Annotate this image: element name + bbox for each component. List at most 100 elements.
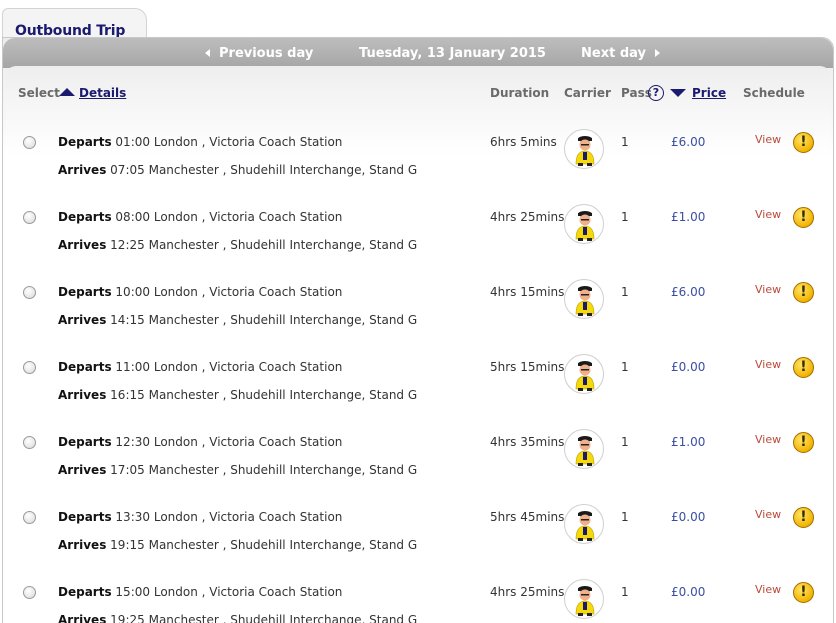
departs-label: Departs [58, 360, 112, 374]
departs-label: Departs [58, 135, 112, 149]
column-schedule: Schedule [743, 86, 805, 100]
departure-info: Departs 12:30 London , Victoria Coach St… [58, 435, 342, 449]
select-trip-radio[interactable] [23, 211, 36, 224]
departure-place: London , Victoria Coach Station [153, 210, 343, 224]
coach-driver-mascot-icon [575, 511, 595, 541]
carrier-logo [564, 354, 604, 394]
departure-time: 13:30 [115, 510, 151, 524]
carrier-logo [564, 204, 604, 244]
trip-duration: 5hrs 15mins [490, 360, 565, 374]
select-trip-radio[interactable] [23, 511, 36, 524]
warning-icon[interactable]: ! [793, 282, 814, 303]
departure-place: London , Victoria Coach Station [153, 360, 343, 374]
column-select: Select [18, 86, 60, 100]
trip-row: Departs 13:30 London , Victoria Coach St… [0, 502, 836, 577]
trip-price: £0.00 [671, 360, 706, 374]
previous-day-link[interactable]: Previous day [205, 46, 313, 61]
departure-place: London , Victoria Coach Station [153, 135, 343, 149]
view-schedule-link[interactable]: View [755, 283, 781, 296]
warning-icon[interactable]: ! [793, 357, 814, 378]
current-date: Tuesday, 13 January 2015 [359, 46, 546, 61]
trip-row: Departs 12:30 London , Victoria Coach St… [0, 427, 836, 502]
arrow-left-icon [205, 49, 210, 57]
passenger-count: 1 [621, 285, 629, 299]
arrival-time: 07:05 [110, 163, 145, 177]
column-duration: Duration [490, 86, 550, 100]
view-schedule-link[interactable]: View [755, 433, 781, 446]
view-schedule-link[interactable]: View [755, 358, 781, 371]
arrival-info: Arrives 19:25 Manchester , Shudehill Int… [58, 613, 417, 623]
warning-icon[interactable]: ! [793, 507, 814, 528]
select-trip-radio[interactable] [23, 586, 36, 599]
arrival-time: 19:25 [110, 613, 145, 623]
trip-price: £0.00 [671, 585, 706, 599]
view-schedule-link[interactable]: View [755, 583, 781, 596]
carrier-logo [564, 429, 604, 469]
trip-duration: 5hrs 45mins [490, 510, 565, 524]
warning-icon[interactable]: ! [793, 582, 814, 603]
arrives-label: Arrives [58, 463, 107, 477]
passenger-count: 1 [621, 360, 629, 374]
arrival-place: Manchester , Shudehill Interchange, Stan… [148, 388, 418, 402]
departure-time: 10:00 [115, 285, 151, 299]
previous-day-label: Previous day [219, 46, 314, 61]
view-schedule-link[interactable]: View [755, 508, 781, 521]
trip-duration: 4hrs 25mins [490, 210, 565, 224]
trip-row: Departs 10:00 London , Victoria Coach St… [0, 277, 836, 352]
trip-duration: 4hrs 15mins [490, 285, 565, 299]
coach-driver-mascot-icon [575, 286, 595, 316]
arrives-label: Arrives [58, 238, 107, 252]
select-trip-radio[interactable] [23, 436, 36, 449]
select-trip-radio[interactable] [23, 361, 36, 374]
trip-price: £1.00 [671, 210, 706, 224]
warning-icon[interactable]: ! [793, 207, 814, 228]
outbound-trip-tab[interactable]: Outbound Trip [2, 8, 147, 40]
arrival-place: Manchester , Shudehill Interchange, Stan… [148, 313, 418, 327]
sort-descending-icon[interactable] [670, 89, 686, 97]
trip-price: £6.00 [671, 135, 706, 149]
departure-place: London , Victoria Coach Station [153, 510, 343, 524]
arrow-right-icon [654, 49, 660, 57]
warning-icon[interactable]: ! [793, 132, 814, 153]
sort-by-price-link[interactable]: Price [692, 86, 726, 100]
departure-time: 01:00 [115, 135, 151, 149]
trip-price: £1.00 [671, 435, 706, 449]
departure-time: 08:00 [115, 210, 151, 224]
arrives-label: Arrives [58, 538, 107, 552]
departure-time: 12:30 [115, 435, 151, 449]
arrives-label: Arrives [58, 313, 107, 327]
column-carrier: Carrier [564, 86, 611, 100]
view-schedule-link[interactable]: View [755, 133, 781, 146]
next-day-link[interactable]: Next day [581, 46, 660, 61]
departs-label: Departs [58, 585, 112, 599]
view-schedule-link[interactable]: View [755, 208, 781, 221]
trip-row: Departs 01:00 London , Victoria Coach St… [0, 127, 836, 202]
trip-duration: 4hrs 25mins [490, 585, 565, 599]
coach-driver-mascot-icon [575, 586, 595, 616]
select-trip-radio[interactable] [23, 136, 36, 149]
arrival-place: Manchester , Shudehill Interchange, Stan… [148, 613, 418, 623]
departure-time: 11:00 [115, 360, 151, 374]
departs-label: Departs [58, 435, 112, 449]
departure-place: London , Victoria Coach Station [153, 585, 343, 599]
arrival-time: 16:15 [110, 388, 145, 402]
trip-duration: 6hrs 5mins [490, 135, 557, 149]
help-icon[interactable]: ? [648, 85, 664, 101]
coach-driver-mascot-icon [575, 211, 595, 241]
next-day-label: Next day [581, 46, 646, 61]
passenger-count: 1 [621, 210, 629, 224]
arrival-place: Manchester , Shudehill Interchange, Stan… [148, 463, 418, 477]
trip-duration: 4hrs 35mins [490, 435, 565, 449]
trip-row: Departs 11:00 London , Victoria Coach St… [0, 352, 836, 427]
trip-row: Departs 15:00 London , Victoria Coach St… [0, 577, 836, 623]
arrival-info: Arrives 07:05 Manchester , Shudehill Int… [58, 163, 417, 177]
sort-ascending-icon[interactable] [59, 88, 75, 96]
sort-by-details-link[interactable]: Details [79, 86, 126, 100]
warning-icon[interactable]: ! [793, 432, 814, 453]
departure-info: Departs 13:30 London , Victoria Coach St… [58, 510, 342, 524]
arrives-label: Arrives [58, 388, 107, 402]
select-trip-radio[interactable] [23, 286, 36, 299]
departure-info: Departs 01:00 London , Victoria Coach St… [58, 135, 342, 149]
passenger-count: 1 [621, 585, 629, 599]
arrival-info: Arrives 17:05 Manchester , Shudehill Int… [58, 463, 417, 477]
